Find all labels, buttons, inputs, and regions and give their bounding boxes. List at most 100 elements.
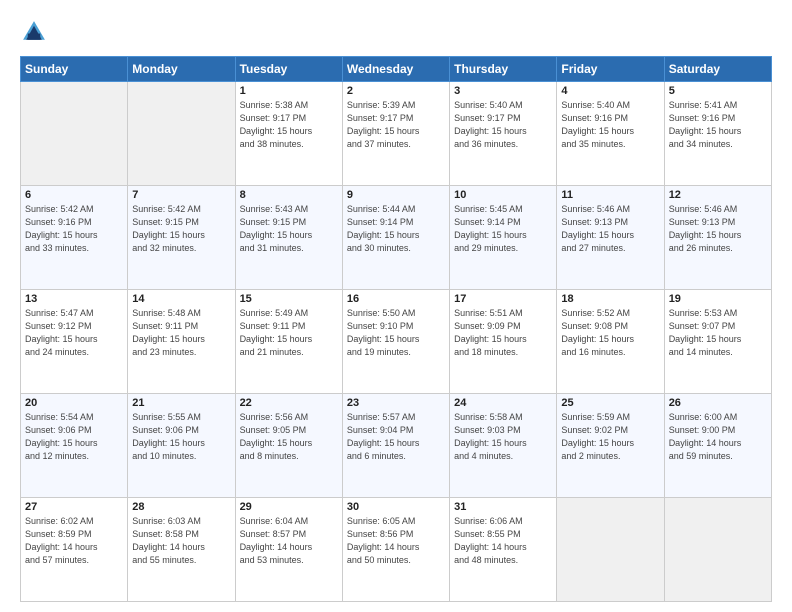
- day-number: 12: [669, 189, 767, 201]
- weekday-header-monday: Monday: [128, 57, 235, 82]
- calendar-cell: 20 Sunrise: 5:54 AM Sunset: 9:06 PM Dayli…: [21, 394, 128, 498]
- day-info: Sunrise: 5:50 AM Sunset: 9:10 PM Dayligh…: [347, 307, 445, 359]
- day-info: Sunrise: 5:41 AM Sunset: 9:16 PM Dayligh…: [669, 99, 767, 151]
- day-number: 3: [454, 85, 552, 97]
- day-info: Sunrise: 6:04 AM Sunset: 8:57 PM Dayligh…: [240, 515, 338, 567]
- header: [20, 18, 772, 46]
- day-info: Sunrise: 5:42 AM Sunset: 9:16 PM Dayligh…: [25, 203, 123, 255]
- day-number: 24: [454, 397, 552, 409]
- day-info: Sunrise: 5:49 AM Sunset: 9:11 PM Dayligh…: [240, 307, 338, 359]
- day-number: 9: [347, 189, 445, 201]
- calendar-cell: 27 Sunrise: 6:02 AM Sunset: 8:59 PM Dayli…: [21, 498, 128, 602]
- day-info: Sunrise: 5:59 AM Sunset: 9:02 PM Dayligh…: [561, 411, 659, 463]
- weekday-header-friday: Friday: [557, 57, 664, 82]
- day-info: Sunrise: 5:58 AM Sunset: 9:03 PM Dayligh…: [454, 411, 552, 463]
- logo-icon: [20, 18, 48, 46]
- calendar-cell: 13 Sunrise: 5:47 AM Sunset: 9:12 PM Dayli…: [21, 290, 128, 394]
- weekday-row: SundayMondayTuesdayWednesdayThursdayFrid…: [21, 57, 772, 82]
- day-info: Sunrise: 5:39 AM Sunset: 9:17 PM Dayligh…: [347, 99, 445, 151]
- calendar: SundayMondayTuesdayWednesdayThursdayFrid…: [20, 56, 772, 602]
- calendar-cell: 12 Sunrise: 5:46 AM Sunset: 9:13 PM Dayli…: [664, 186, 771, 290]
- calendar-cell: 2Sunrise: 5:39 AM Sunset: 9:17 PM Daylig…: [342, 82, 449, 186]
- day-number: 20: [25, 397, 123, 409]
- day-info: Sunrise: 5:42 AM Sunset: 9:15 PM Dayligh…: [132, 203, 230, 255]
- calendar-cell: 10Sunrise: 5:45 AM Sunset: 9:14 PM Dayli…: [450, 186, 557, 290]
- calendar-cell: 17Sunrise: 5:51 AM Sunset: 9:09 PM Dayli…: [450, 290, 557, 394]
- day-info: Sunrise: 5:51 AM Sunset: 9:09 PM Dayligh…: [454, 307, 552, 359]
- calendar-cell: 26 Sunrise: 6:00 AM Sunset: 9:00 PM Dayli…: [664, 394, 771, 498]
- calendar-cell: 5Sunrise: 5:41 AM Sunset: 9:16 PM Daylig…: [664, 82, 771, 186]
- day-info: Sunrise: 5:40 AM Sunset: 9:16 PM Dayligh…: [561, 99, 659, 151]
- day-number: 23: [347, 397, 445, 409]
- calendar-header: SundayMondayTuesdayWednesdayThursdayFrid…: [21, 57, 772, 82]
- calendar-cell: 22 Sunrise: 5:56 AM Sunset: 9:05 PM Dayli…: [235, 394, 342, 498]
- day-number: 21: [132, 397, 230, 409]
- day-number: 15: [240, 293, 338, 305]
- calendar-cell: 11Sunrise: 5:46 AM Sunset: 9:13 PM Dayli…: [557, 186, 664, 290]
- week-row-4: 20 Sunrise: 5:54 AM Sunset: 9:06 PM Dayli…: [21, 394, 772, 498]
- day-info: Sunrise: 5:55 AM Sunset: 9:06 PM Dayligh…: [132, 411, 230, 463]
- day-number: 19: [669, 293, 767, 305]
- day-number: 7: [132, 189, 230, 201]
- page: SundayMondayTuesdayWednesdayThursdayFrid…: [0, 0, 792, 612]
- day-info: Sunrise: 5:52 AM Sunset: 9:08 PM Dayligh…: [561, 307, 659, 359]
- calendar-cell: [557, 498, 664, 602]
- day-info: Sunrise: 5:46 AM Sunset: 9:13 PM Dayligh…: [561, 203, 659, 255]
- day-info: Sunrise: 6:06 AM Sunset: 8:55 PM Dayligh…: [454, 515, 552, 567]
- calendar-cell: 19 Sunrise: 5:53 AM Sunset: 9:07 PM Dayli…: [664, 290, 771, 394]
- calendar-cell: 21 Sunrise: 5:55 AM Sunset: 9:06 PM Dayli…: [128, 394, 235, 498]
- day-info: Sunrise: 5:46 AM Sunset: 9:13 PM Dayligh…: [669, 203, 767, 255]
- day-info: Sunrise: 5:53 AM Sunset: 9:07 PM Dayligh…: [669, 307, 767, 359]
- calendar-cell: 31 Sunrise: 6:06 AM Sunset: 8:55 PM Dayli…: [450, 498, 557, 602]
- calendar-cell: 24 Sunrise: 5:58 AM Sunset: 9:03 PM Dayli…: [450, 394, 557, 498]
- day-number: 26: [669, 397, 767, 409]
- day-number: 1: [240, 85, 338, 97]
- weekday-header-sunday: Sunday: [21, 57, 128, 82]
- day-info: Sunrise: 5:40 AM Sunset: 9:17 PM Dayligh…: [454, 99, 552, 151]
- calendar-cell: 15 Sunrise: 5:49 AM Sunset: 9:11 PM Dayli…: [235, 290, 342, 394]
- calendar-cell: [664, 498, 771, 602]
- calendar-cell: 9 Sunrise: 5:44 AM Sunset: 9:14 PM Daylig…: [342, 186, 449, 290]
- calendar-cell: 29 Sunrise: 6:04 AM Sunset: 8:57 PM Dayli…: [235, 498, 342, 602]
- day-info: Sunrise: 6:02 AM Sunset: 8:59 PM Dayligh…: [25, 515, 123, 567]
- day-info: Sunrise: 5:57 AM Sunset: 9:04 PM Dayligh…: [347, 411, 445, 463]
- weekday-header-tuesday: Tuesday: [235, 57, 342, 82]
- calendar-cell: [128, 82, 235, 186]
- day-number: 13: [25, 293, 123, 305]
- day-info: Sunrise: 5:45 AM Sunset: 9:14 PM Dayligh…: [454, 203, 552, 255]
- logo: [20, 18, 52, 46]
- calendar-cell: 30 Sunrise: 6:05 AM Sunset: 8:56 PM Dayli…: [342, 498, 449, 602]
- day-info: Sunrise: 5:47 AM Sunset: 9:12 PM Dayligh…: [25, 307, 123, 359]
- day-number: 18: [561, 293, 659, 305]
- day-info: Sunrise: 5:38 AM Sunset: 9:17 PM Dayligh…: [240, 99, 338, 151]
- day-number: 6: [25, 189, 123, 201]
- calendar-cell: 8Sunrise: 5:43 AM Sunset: 9:15 PM Daylig…: [235, 186, 342, 290]
- day-number: 22: [240, 397, 338, 409]
- calendar-cell: 7 Sunrise: 5:42 AM Sunset: 9:15 PM Daylig…: [128, 186, 235, 290]
- weekday-header-thursday: Thursday: [450, 57, 557, 82]
- week-row-2: 6 Sunrise: 5:42 AM Sunset: 9:16 PM Daylig…: [21, 186, 772, 290]
- day-number: 29: [240, 501, 338, 513]
- calendar-cell: 4 Sunrise: 5:40 AM Sunset: 9:16 PM Daylig…: [557, 82, 664, 186]
- calendar-cell: 14Sunrise: 5:48 AM Sunset: 9:11 PM Dayli…: [128, 290, 235, 394]
- day-info: Sunrise: 5:48 AM Sunset: 9:11 PM Dayligh…: [132, 307, 230, 359]
- calendar-cell: 16 Sunrise: 5:50 AM Sunset: 9:10 PM Dayli…: [342, 290, 449, 394]
- day-number: 4: [561, 85, 659, 97]
- day-info: Sunrise: 6:00 AM Sunset: 9:00 PM Dayligh…: [669, 411, 767, 463]
- day-number: 16: [347, 293, 445, 305]
- day-number: 31: [454, 501, 552, 513]
- day-info: Sunrise: 5:54 AM Sunset: 9:06 PM Dayligh…: [25, 411, 123, 463]
- calendar-cell: 18 Sunrise: 5:52 AM Sunset: 9:08 PM Dayli…: [557, 290, 664, 394]
- calendar-cell: 3 Sunrise: 5:40 AM Sunset: 9:17 PM Daylig…: [450, 82, 557, 186]
- week-row-5: 27 Sunrise: 6:02 AM Sunset: 8:59 PM Dayli…: [21, 498, 772, 602]
- week-row-3: 13 Sunrise: 5:47 AM Sunset: 9:12 PM Dayli…: [21, 290, 772, 394]
- week-row-1: 1 Sunrise: 5:38 AM Sunset: 9:17 PM Daylig…: [21, 82, 772, 186]
- day-number: 8: [240, 189, 338, 201]
- day-info: Sunrise: 5:56 AM Sunset: 9:05 PM Dayligh…: [240, 411, 338, 463]
- day-number: 30: [347, 501, 445, 513]
- calendar-cell: 1 Sunrise: 5:38 AM Sunset: 9:17 PM Daylig…: [235, 82, 342, 186]
- day-info: Sunrise: 6:05 AM Sunset: 8:56 PM Dayligh…: [347, 515, 445, 567]
- day-number: 27: [25, 501, 123, 513]
- calendar-body: 1 Sunrise: 5:38 AM Sunset: 9:17 PM Daylig…: [21, 82, 772, 602]
- day-info: Sunrise: 5:44 AM Sunset: 9:14 PM Dayligh…: [347, 203, 445, 255]
